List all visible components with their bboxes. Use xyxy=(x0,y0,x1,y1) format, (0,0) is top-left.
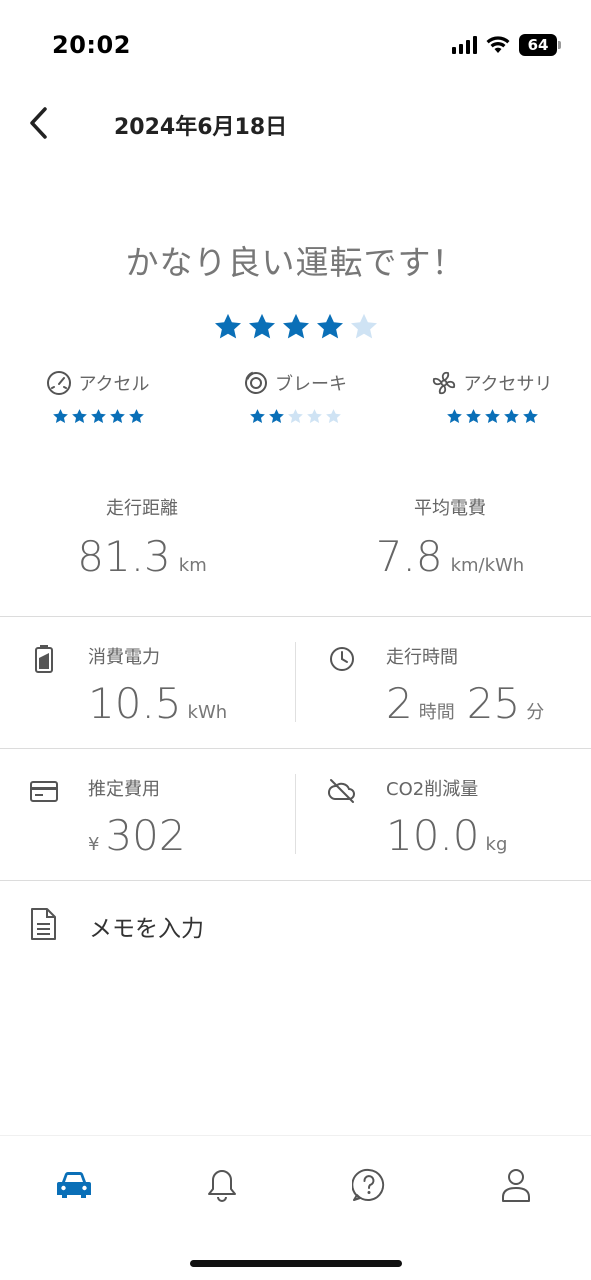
star-filled-icon xyxy=(248,313,275,339)
cloud-off-icon xyxy=(328,779,355,803)
co2-value: 10.0 xyxy=(386,811,480,860)
efficiency-unit: km/kWh xyxy=(450,555,525,576)
cost-value: 302 xyxy=(105,811,186,860)
brake-disc-icon xyxy=(245,371,267,394)
battery-icon: 64 xyxy=(519,34,561,56)
power-label: 消費電力 xyxy=(88,647,160,668)
star-filled-icon xyxy=(109,409,125,423)
car-icon xyxy=(57,1172,91,1198)
rating-label: アクセサリ xyxy=(463,374,553,395)
page-title: 2024年6月18日 xyxy=(114,115,288,140)
cost-label: 推定費用 xyxy=(88,779,160,800)
star-filled-icon xyxy=(465,409,481,423)
star-filled-icon xyxy=(249,409,265,423)
drive-time-hours: 2 xyxy=(386,679,413,728)
person-icon xyxy=(502,1169,530,1202)
rating-accessory: アクセサリ xyxy=(402,368,582,425)
drive-time-stat: 走行時間 2 時間 25 分 xyxy=(298,617,591,747)
star-filled-icon xyxy=(446,409,462,423)
battery-level: 64 xyxy=(519,34,557,56)
distance-unit: km xyxy=(178,555,207,576)
power-value: 10.5 xyxy=(88,679,182,728)
co2-stat: CO2削減量 10.0 kg xyxy=(298,749,591,879)
nav-profile[interactable] xyxy=(491,1160,541,1210)
battery-icon xyxy=(35,645,53,673)
distance-stat: 走行距離 81.3 km xyxy=(22,494,262,581)
bell-icon xyxy=(208,1170,236,1202)
rating-stars xyxy=(205,408,385,425)
star-filled-icon xyxy=(316,313,343,339)
rating-accelerator: アクセル xyxy=(8,368,188,425)
status-time: 20:02 xyxy=(52,31,131,59)
star-filled-icon xyxy=(128,409,144,423)
star-filled-icon xyxy=(90,409,106,423)
power-stat: 消費電力 10.5 kWh xyxy=(0,617,295,747)
efficiency-stat: 平均電費 7.8 km/kWh xyxy=(330,494,570,581)
cost-currency: ¥ xyxy=(88,834,100,855)
star-filled-icon xyxy=(52,409,68,423)
distance-value: 81.3 xyxy=(77,532,171,581)
co2-label: CO2削減量 xyxy=(386,779,479,800)
star-filled-icon xyxy=(484,409,500,423)
efficiency-value: 7.8 xyxy=(375,532,443,581)
star-filled-icon xyxy=(268,409,284,423)
rating-stars xyxy=(402,408,582,425)
power-unit: kWh xyxy=(187,702,228,723)
speedometer-icon xyxy=(47,371,72,395)
co2-unit: kg xyxy=(485,834,508,855)
star-filled-icon xyxy=(71,409,87,423)
star-filled-icon xyxy=(282,313,309,339)
bottom-nav xyxy=(0,1135,591,1280)
rating-label: アクセル xyxy=(78,374,150,395)
drive-time-minutes-unit: 分 xyxy=(526,702,545,723)
drive-time-label: 走行時間 xyxy=(386,647,458,668)
nav-car[interactable] xyxy=(49,1160,99,1210)
cellular-signal-icon xyxy=(452,36,477,54)
star-empty-icon xyxy=(350,313,377,339)
star-filled-icon xyxy=(522,409,538,423)
rating-stars xyxy=(8,408,188,425)
star-filled-icon xyxy=(214,313,241,339)
back-button[interactable] xyxy=(18,103,58,143)
wifi-icon xyxy=(486,36,510,53)
star-empty-icon xyxy=(325,409,341,423)
memo-label: メモを入力 xyxy=(89,916,204,942)
sub-ratings: アクセル ブレーキ アクセサリ xyxy=(0,368,591,438)
rating-title: かなり良い運転です！ xyxy=(125,243,466,282)
header: 2024年6月18日 xyxy=(0,95,591,151)
clock-icon xyxy=(330,647,354,671)
overall-rating-stars xyxy=(0,312,591,342)
nav-notifications[interactable] xyxy=(197,1160,247,1210)
drive-time-minutes: 25 xyxy=(466,679,521,728)
credit-card-icon xyxy=(30,781,58,802)
star-empty-icon xyxy=(306,409,322,423)
drive-time-hours-unit: 時間 xyxy=(418,702,455,723)
rating-label: ブレーキ xyxy=(275,374,347,395)
distance-label: 走行距離 xyxy=(106,498,178,519)
efficiency-label: 平均電費 xyxy=(414,498,486,519)
help-icon xyxy=(352,1168,385,1201)
document-icon xyxy=(31,908,56,940)
status-icons: 64 xyxy=(452,34,561,56)
status-bar: 20:02 64 xyxy=(0,0,591,90)
fan-icon xyxy=(433,371,456,395)
star-empty-icon xyxy=(287,409,303,423)
divider xyxy=(295,774,296,854)
home-indicator xyxy=(190,1260,402,1267)
divider xyxy=(295,642,296,722)
star-filled-icon xyxy=(503,409,519,423)
memo-input[interactable]: メモを入力 xyxy=(0,895,591,955)
chevron-left-icon xyxy=(30,107,47,139)
nav-help[interactable] xyxy=(344,1160,394,1210)
rating-brake: ブレーキ xyxy=(205,368,385,425)
divider xyxy=(0,880,591,881)
cost-stat: 推定費用 ¥ 302 xyxy=(0,749,295,879)
